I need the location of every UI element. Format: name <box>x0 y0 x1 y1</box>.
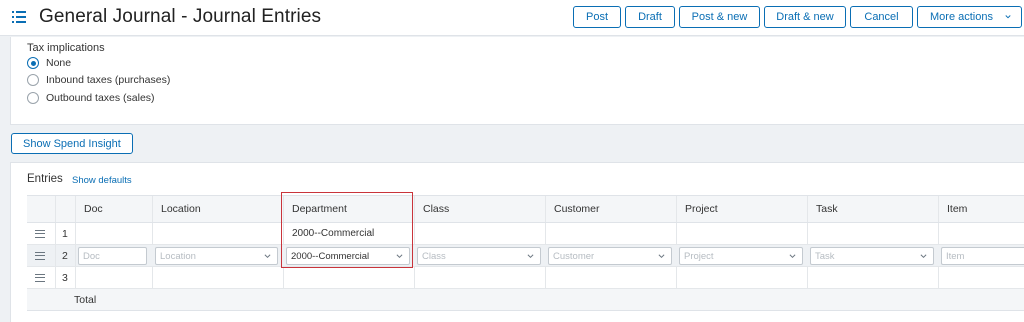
location-select[interactable]: Location <box>155 247 278 265</box>
doc-input[interactable]: Doc <box>78 247 147 265</box>
location-placeholder: Location <box>160 250 196 262</box>
drag-handle-icon[interactable] <box>35 229 45 238</box>
tax-option-inbound[interactable]: Inbound taxes (purchases) <box>27 74 170 86</box>
item-select[interactable]: Item <box>941 247 1024 265</box>
column-header-project[interactable]: Project <box>677 196 808 222</box>
project-select[interactable]: Project <box>679 247 803 265</box>
column-header-doc[interactable]: Doc <box>76 196 153 222</box>
header-actions: Post Draft Post & new Draft & new Cancel… <box>573 6 1022 28</box>
radio-unchecked-icon[interactable] <box>27 74 39 86</box>
doc-cell[interactable] <box>76 223 153 244</box>
tax-option-none[interactable]: None <box>27 57 71 69</box>
grid-header-row: Doc Location Department Class Customer P… <box>27 195 1024 223</box>
tax-option-label: Outbound taxes (sales) <box>46 92 155 104</box>
row-number-header <box>56 196 76 222</box>
location-cell[interactable] <box>153 223 284 244</box>
chevron-down-icon <box>920 254 927 259</box>
radio-unchecked-icon[interactable] <box>27 92 39 104</box>
tax-implications-panel: Tax implications None Inbound taxes (pur… <box>10 37 1024 125</box>
location-cell[interactable] <box>153 267 284 288</box>
doc-cell[interactable] <box>76 267 153 288</box>
project-placeholder: Project <box>684 250 714 262</box>
customer-placeholder: Customer <box>553 250 595 262</box>
department-cell[interactable]: 2000--Commercial <box>284 223 415 244</box>
class-select[interactable]: Class <box>417 247 541 265</box>
show-defaults-link[interactable]: Show defaults <box>72 175 132 186</box>
total-label: Total <box>74 294 97 306</box>
task-placeholder: Task <box>815 250 835 262</box>
page-header: General Journal - Journal Entries Post D… <box>0 0 1024 36</box>
chevron-down-icon <box>396 254 403 259</box>
more-actions-button[interactable]: More actions <box>917 6 1022 28</box>
radio-checked-icon[interactable] <box>27 57 39 69</box>
chevron-down-icon <box>789 254 796 259</box>
column-header-customer[interactable]: Customer <box>546 196 677 222</box>
task-select[interactable]: Task <box>810 247 934 265</box>
drag-handle[interactable] <box>27 267 56 288</box>
project-cell[interactable] <box>677 223 808 244</box>
customer-select[interactable]: Customer <box>548 247 672 265</box>
show-spend-insight-button[interactable]: Show Spend Insight <box>11 133 133 154</box>
tax-implications-label: Tax implications <box>27 42 105 54</box>
table-row[interactable]: 3 <box>27 267 1024 289</box>
column-header-department[interactable]: Department <box>284 196 415 222</box>
column-header-class[interactable]: Class <box>415 196 546 222</box>
column-header-item[interactable]: Item <box>939 196 1024 222</box>
item-cell[interactable] <box>939 267 1024 288</box>
task-cell[interactable] <box>808 267 939 288</box>
tax-option-label: None <box>46 57 72 69</box>
column-header-task[interactable]: Task <box>808 196 939 222</box>
row-number: 3 <box>56 267 76 288</box>
draft-button[interactable]: Draft <box>625 6 675 28</box>
department-select[interactable]: 2000--Commercial <box>286 247 410 265</box>
class-placeholder: Class <box>422 250 446 262</box>
chevron-down-icon <box>658 254 665 259</box>
row-number: 2 <box>56 245 76 266</box>
column-header-location[interactable]: Location <box>153 196 284 222</box>
drag-handle[interactable] <box>27 245 56 266</box>
cancel-button[interactable]: Cancel <box>850 6 913 28</box>
row-number: 1 <box>56 223 76 244</box>
drag-handle[interactable] <box>27 223 56 244</box>
chevron-down-icon <box>1005 15 1011 19</box>
post-button[interactable]: Post <box>573 6 621 28</box>
table-row[interactable]: 1 2000--Commercial <box>27 223 1024 245</box>
more-actions-label: More actions <box>930 11 993 23</box>
customer-cell[interactable] <box>546 223 677 244</box>
entries-title: Entries <box>27 173 63 185</box>
entries-panel: Entries Show defaults Doc Location Depar… <box>10 162 1024 322</box>
department-cell[interactable] <box>284 267 415 288</box>
total-row: Total <box>27 289 1024 311</box>
table-row-editing[interactable]: 2 Doc Location 2000--Commercial Class Cu… <box>27 245 1024 267</box>
department-value: 2000--Commercial <box>291 250 370 262</box>
tax-option-outbound[interactable]: Outbound taxes (sales) <box>27 92 155 104</box>
list-menu-icon[interactable] <box>12 11 26 23</box>
tax-option-label: Inbound taxes (purchases) <box>46 74 171 86</box>
class-cell[interactable] <box>415 223 546 244</box>
draft-and-new-button[interactable]: Draft & new <box>764 6 846 28</box>
customer-cell[interactable] <box>546 267 677 288</box>
handle-header <box>27 196 56 222</box>
chevron-down-icon <box>527 254 534 259</box>
drag-handle-icon[interactable] <box>35 251 45 260</box>
class-cell[interactable] <box>415 267 546 288</box>
drag-handle-icon[interactable] <box>35 273 45 282</box>
task-cell[interactable] <box>808 223 939 244</box>
page-title: General Journal - Journal Entries <box>39 6 322 27</box>
post-and-new-button[interactable]: Post & new <box>679 6 760 28</box>
chevron-down-icon <box>264 254 271 259</box>
project-cell[interactable] <box>677 267 808 288</box>
item-cell[interactable] <box>939 223 1024 244</box>
